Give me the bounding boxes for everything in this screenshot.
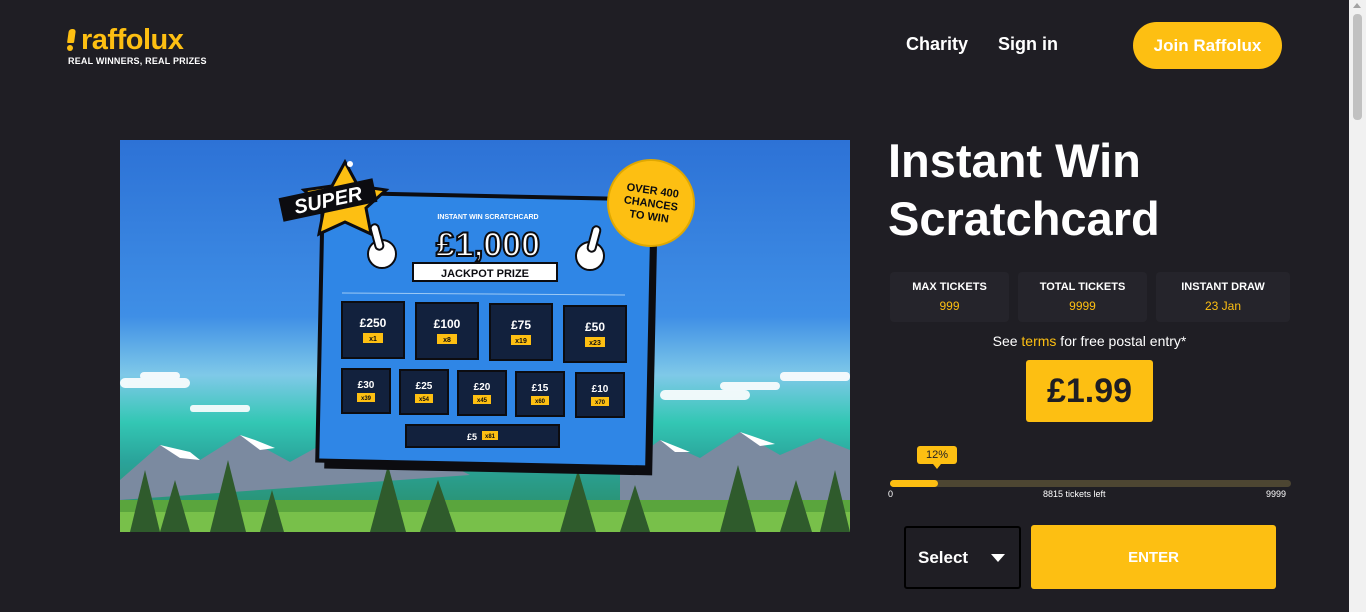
- stat-value: 9999: [1069, 299, 1096, 313]
- svg-text:£10: £10: [592, 384, 609, 395]
- chevron-down-icon: [991, 554, 1005, 562]
- stat-value: 23 Jan: [1204, 299, 1242, 313]
- svg-text:x39: x39: [361, 396, 372, 402]
- svg-text:x45: x45: [477, 398, 488, 404]
- svg-text:x19: x19: [515, 338, 527, 345]
- logo-wordmark: raffolux: [67, 24, 207, 56]
- page-scrollbar[interactable]: [1349, 0, 1366, 612]
- stat-total-tickets: TOTAL TICKETS 9999: [1018, 272, 1147, 322]
- svg-text:x60: x60: [535, 399, 546, 405]
- progress-max: 9999: [1266, 489, 1287, 499]
- stat-label: INSTANT DRAW: [1181, 281, 1265, 293]
- progress-min: 0: [888, 489, 894, 499]
- stat-label: TOTAL TICKETS: [1039, 281, 1126, 293]
- progress-fill: [890, 480, 939, 487]
- terms-prefix: See: [992, 333, 1022, 349]
- postal-entry-note: See terms for free postal entry*: [889, 333, 1290, 349]
- stat-max-tickets: MAX TICKETS 999: [890, 272, 1009, 322]
- stat-value: 999: [939, 299, 960, 313]
- competition-title: Instant Win Scratchcard: [888, 132, 1318, 248]
- terms-suffix: for free postal entry*: [1056, 333, 1187, 349]
- ticket-quantity-select[interactable]: Select: [904, 526, 1021, 589]
- logo-tagline: REAL WINNERS, REAL PRIZES: [68, 56, 207, 66]
- svg-text:x70: x70: [595, 400, 606, 406]
- scratchcard-artwork: INSTANT WIN SCRATCHCARD £1,000 JACKPOT P…: [120, 158, 850, 532]
- progress-percent-badge: 12%: [917, 446, 957, 469]
- join-raffolux-button[interactable]: Join Raffolux: [1133, 22, 1282, 69]
- svg-text:£15: £15: [532, 383, 549, 394]
- select-label: Select: [918, 547, 969, 567]
- enter-button[interactable]: ENTER: [1031, 525, 1276, 589]
- jackpot-label: JACKPOT PRIZE: [441, 268, 529, 280]
- nav-charity-link[interactable]: Charity: [906, 34, 968, 55]
- tickets-left: 8815 tickets left: [1043, 489, 1106, 499]
- svg-text:x23: x23: [589, 340, 601, 347]
- svg-text:£20: £20: [474, 382, 491, 393]
- svg-text:x8: x8: [443, 337, 451, 344]
- svg-text:£250: £250: [360, 316, 387, 330]
- svg-text:£75: £75: [511, 318, 531, 332]
- logo-exclamation-icon: [67, 29, 75, 51]
- tickets-progress-bar: [890, 480, 1291, 487]
- competition-hero-image: INSTANT WIN SCRATCHCARD £1,000 JACKPOT P…: [120, 140, 850, 532]
- jackpot-amount: £1,000: [436, 226, 540, 264]
- logo-text: raffolux: [81, 24, 184, 56]
- svg-text:£5: £5: [467, 432, 477, 442]
- card-heading: INSTANT WIN SCRATCHCARD: [437, 214, 538, 221]
- scroll-up-arrow-icon[interactable]: [1353, 3, 1361, 8]
- svg-text:x81: x81: [485, 434, 496, 440]
- svg-text:£30: £30: [358, 380, 375, 391]
- svg-text:x1: x1: [369, 336, 377, 343]
- svg-text:£100: £100: [434, 317, 461, 331]
- svg-text:x54: x54: [419, 397, 430, 403]
- title-line-2: Scratchcard: [888, 192, 1160, 245]
- chances-badge: OVER 400 CHANCES TO WIN: [607, 159, 695, 247]
- title-line-1: Instant Win: [888, 134, 1141, 187]
- svg-text:£50: £50: [585, 320, 605, 334]
- stat-instant-draw: INSTANT DRAW 23 Jan: [1156, 272, 1290, 322]
- raffolux-logo[interactable]: raffolux REAL WINNERS, REAL PRIZES: [67, 24, 207, 66]
- stat-label: MAX TICKETS: [912, 281, 987, 293]
- terms-link[interactable]: terms: [1021, 333, 1056, 349]
- ticket-price: £1.99: [1026, 360, 1153, 422]
- scrollbar-thumb[interactable]: [1353, 14, 1362, 120]
- svg-text:£25: £25: [416, 381, 433, 392]
- nav-sign-in-link[interactable]: Sign in: [998, 34, 1058, 55]
- super-star-badge: SUPER: [278, 158, 390, 237]
